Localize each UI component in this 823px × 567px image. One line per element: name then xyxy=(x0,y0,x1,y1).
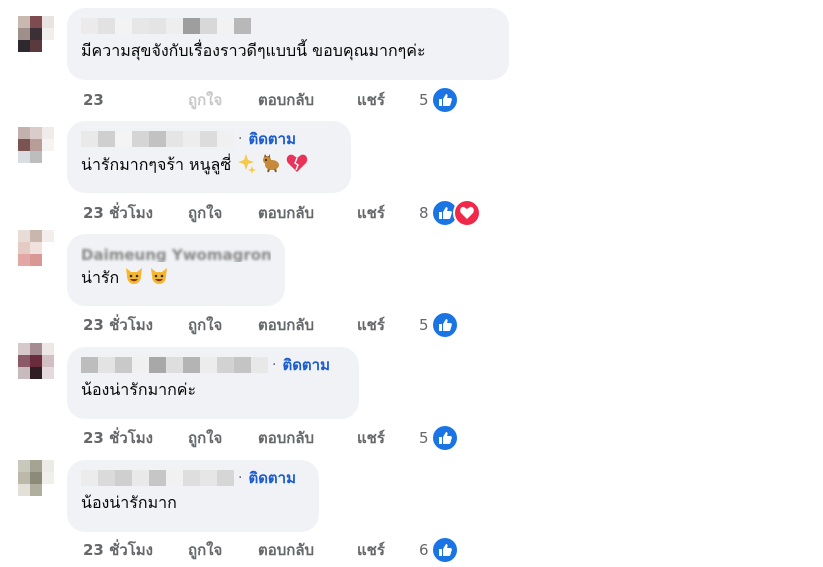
share-button[interactable]: แชร์ xyxy=(357,201,419,225)
separator-dot: · xyxy=(272,357,277,373)
like-icon xyxy=(430,311,459,339)
commenter-name-blurred[interactable]: Daimeung Ywomagron xyxy=(81,242,271,262)
reply-button[interactable]: ตอบกลับ xyxy=(258,426,357,450)
reaction-summary[interactable]: 6 xyxy=(419,536,459,564)
timestamp[interactable]: 23 xyxy=(83,91,188,109)
like-button[interactable]: ถูกใจ xyxy=(188,426,258,450)
reaction-summary[interactable]: 5 xyxy=(419,86,459,114)
comment-bubble: · ติดตาม น้องน่ารักมาก xyxy=(67,460,319,532)
like-icon xyxy=(430,536,459,564)
follow-button[interactable]: ติดตาม xyxy=(248,466,296,490)
reaction-count: 5 xyxy=(419,316,429,334)
dog-icon xyxy=(261,153,281,179)
avatar[interactable] xyxy=(18,343,54,379)
love-icon xyxy=(452,199,481,227)
commenter-name-blurred[interactable] xyxy=(81,357,268,373)
timestamp[interactable]: 23 ชั่วโมง xyxy=(83,426,188,450)
like-button[interactable]: ถูกใจ xyxy=(188,201,258,225)
commenter-row: · ติดตาม xyxy=(81,355,345,375)
commenter-row: · ติดตาม xyxy=(81,468,305,488)
comment-actions: 23 ถูกใจ ตอบกลับ แชร์ 5 xyxy=(83,86,459,114)
timestamp[interactable]: 23 ชั่วโมง xyxy=(83,313,188,337)
reply-button[interactable]: ตอบกลับ xyxy=(258,538,357,562)
avatar[interactable] xyxy=(18,230,54,266)
comment-actions: 23 ชั่วโมง ถูกใจ ตอบกลับ แชร์ 5 xyxy=(83,424,459,452)
comment-bubble: · ติดตาม น่ารักมากๆจร้า หนูลูซี่ xyxy=(67,121,351,193)
reply-button[interactable]: ตอบกลับ xyxy=(258,201,357,225)
comment-text-body: น่ารัก xyxy=(81,268,120,287)
timestamp[interactable]: 23 ชั่วโมง xyxy=(83,201,188,225)
share-button[interactable]: แชร์ xyxy=(357,426,419,450)
reaction-summary[interactable]: 8 xyxy=(419,199,481,227)
comment-actions: 23 ชั่วโมง ถูกใจ ตอบกลับ แชร์ 5 xyxy=(83,311,459,339)
follow-button[interactable]: ติดตาม xyxy=(248,127,296,151)
avatar[interactable] xyxy=(18,127,54,163)
comment-bubble: · ติดตาม น้องน่ารักมากค่ะ xyxy=(67,347,359,419)
commenter-name-blurred[interactable] xyxy=(81,470,234,486)
timestamp[interactable]: 23 ชั่วโมง xyxy=(83,538,188,562)
like-button[interactable]: ถูกใจ xyxy=(188,313,258,337)
share-button[interactable]: แชร์ xyxy=(357,88,419,112)
comment-bubble: มีความสุขจังกับเรื่องราวดีๆแบบนี้ ขอบคุณ… xyxy=(67,8,509,80)
comment-actions: 23 ชั่วโมง ถูกใจ ตอบกลับ แชร์ 8 xyxy=(83,199,481,227)
reaction-summary[interactable]: 5 xyxy=(419,311,459,339)
separator-dot: · xyxy=(238,470,243,486)
comment-actions: 23 ชั่วโมง ถูกใจ ตอบกลับ แชร์ 6 xyxy=(83,536,459,564)
like-button[interactable]: ถูกใจ xyxy=(188,538,258,562)
reply-button[interactable]: ตอบกลับ xyxy=(258,313,357,337)
cat-smile-icon xyxy=(149,266,169,292)
comment-text-body: น่ารักมากๆจร้า หนูลูซี่ xyxy=(81,155,232,174)
reaction-summary[interactable]: 5 xyxy=(419,424,459,452)
commenter-name-blurred[interactable] xyxy=(81,16,495,36)
commenter-name-blurred[interactable] xyxy=(81,131,234,147)
reply-button[interactable]: ตอบกลับ xyxy=(258,88,357,112)
cat-smile-icon xyxy=(124,266,144,292)
reaction-count: 8 xyxy=(419,204,429,222)
like-icon xyxy=(430,424,459,452)
separator-dot: · xyxy=(238,131,243,147)
sparkles-icon xyxy=(236,153,257,179)
comment-text: น้องน่ารักมากค่ะ xyxy=(81,380,197,399)
follow-button[interactable]: ติดตาม xyxy=(282,353,330,377)
commenter-name[interactable]: Daimeung Ywomagron xyxy=(81,246,271,262)
comment-text: มีความสุขจังกับเรื่องราวดีๆแบบนี้ ขอบคุณ… xyxy=(81,41,426,60)
share-button[interactable]: แชร์ xyxy=(357,538,419,562)
heart-icon xyxy=(286,153,308,179)
reaction-count: 6 xyxy=(419,541,429,559)
avatar[interactable] xyxy=(18,16,54,52)
avatar[interactable] xyxy=(18,460,54,496)
comment-text: น่ารัก xyxy=(81,266,271,292)
comment-text: น่ารักมากๆจร้า หนูลูซี่ xyxy=(81,153,337,179)
comment-bubble: Daimeung Ywomagron น่ารัก xyxy=(67,234,285,306)
commenter-row: · ติดตาม xyxy=(81,129,337,149)
reaction-count: 5 xyxy=(419,429,429,447)
comment-text: น้องน่ารักมาก xyxy=(81,493,177,512)
like-icon xyxy=(430,86,459,114)
like-button[interactable]: ถูกใจ xyxy=(188,88,258,112)
share-button[interactable]: แชร์ xyxy=(357,313,419,337)
reaction-count: 5 xyxy=(419,91,429,109)
